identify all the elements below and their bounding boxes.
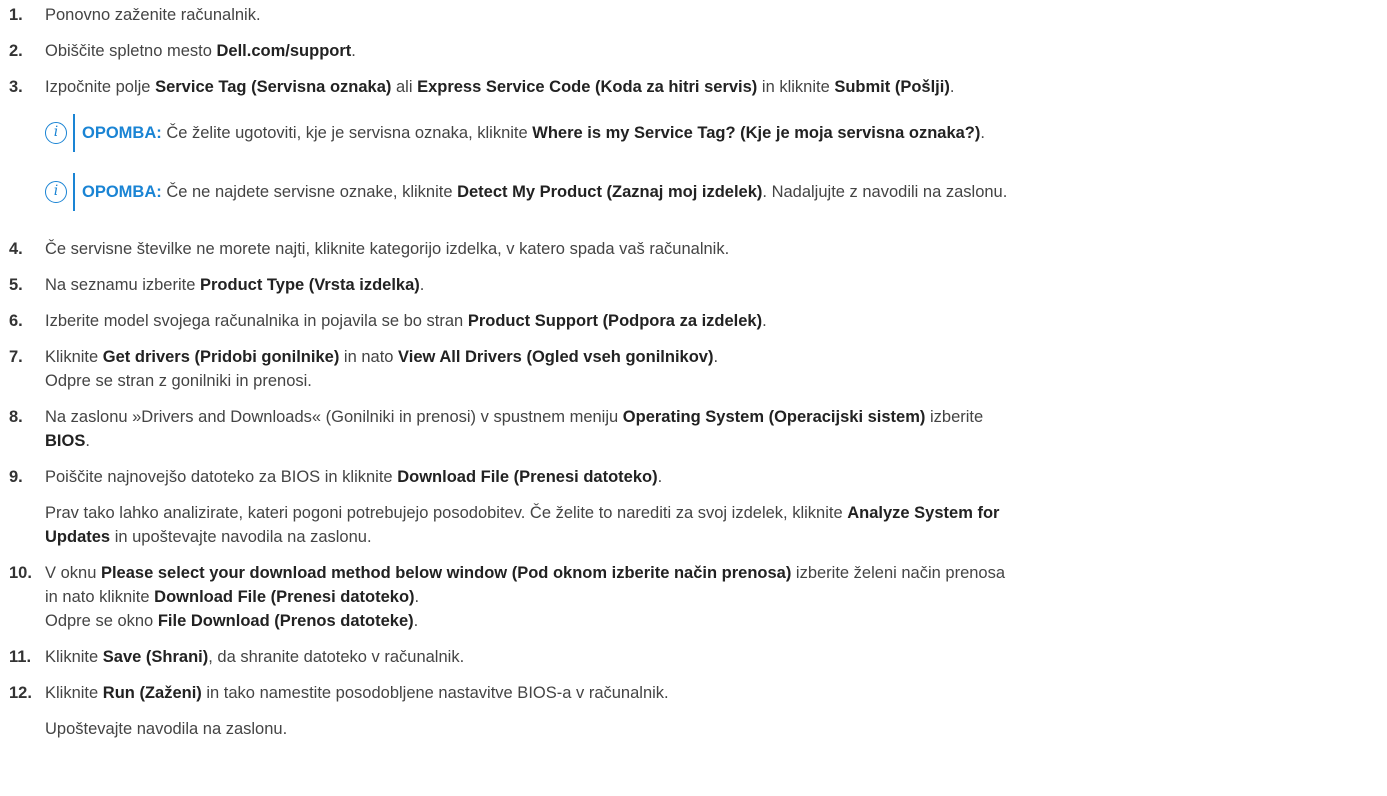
step-text: Izpočnite polje Service Tag (Servisna oz… <box>45 78 955 96</box>
step-text: Kliknite Run (Zaženi) in tako namestite … <box>45 684 669 702</box>
step-result-text: Odpre se okno File Download (Prenos dato… <box>45 612 419 630</box>
step-number: 5. <box>9 276 23 294</box>
step-text: Poiščite najnovejšo datoteko za BIOS in … <box>45 468 663 486</box>
step-text: Na zaslonu »Drivers and Downloads« (Goni… <box>45 408 984 426</box>
step-number: 7. <box>9 348 23 366</box>
step-text: Kliknite Get drivers (Pridobi gonilnike)… <box>45 348 719 366</box>
step-number: 4. <box>9 240 23 258</box>
step-extra-text: Prav tako lahko analizirate, kateri pogo… <box>45 504 1000 522</box>
step-text: Obiščite spletno mesto Dell.com/support. <box>45 42 356 60</box>
info-circle-icon: i <box>45 181 67 203</box>
step-number: 1. <box>9 6 23 24</box>
note-divider <box>73 173 75 211</box>
step-number: 11. <box>9 648 32 666</box>
note-text: OPOMBA: Če ne najdete servisne oznake, k… <box>82 183 1008 201</box>
step-number: 9. <box>9 468 23 486</box>
step-number: 12. <box>9 684 32 702</box>
step-extra-text: Updates in upoštevajte navodila na zaslo… <box>45 528 372 546</box>
step-number: 3. <box>9 78 23 96</box>
step-text: Če servisne številke ne morete najti, kl… <box>45 240 730 258</box>
note-divider <box>73 114 75 152</box>
step-number: 8. <box>9 408 23 426</box>
step-number: 6. <box>9 312 23 330</box>
step-text: Izberite model svojega računalnika in po… <box>45 312 767 330</box>
note-text: OPOMBA: Če želite ugotoviti, kje je serv… <box>82 124 985 142</box>
step-extra-text: Upoštevajte navodila na zaslonu. <box>45 720 288 738</box>
step-result-text: Odpre se stran z gonilniki in prenosi. <box>45 372 312 390</box>
step-text: Kliknite Save (Shrani), da shranite dato… <box>45 648 465 666</box>
step-text: V oknu Please select your download metho… <box>45 564 1006 582</box>
support-link[interactable]: Dell.com/support <box>217 42 352 60</box>
step-continuation: BIOS. <box>45 432 90 450</box>
step-continuation: in nato kliknite Download File (Prenesi … <box>45 588 420 606</box>
step-text: Ponovno zaženite računalnik. <box>45 6 261 24</box>
step-number: 10. <box>9 564 32 582</box>
info-circle-icon: i <box>45 122 67 144</box>
step-number: 2. <box>9 42 23 60</box>
step-text: Na seznamu izberite Product Type (Vrsta … <box>45 276 425 294</box>
